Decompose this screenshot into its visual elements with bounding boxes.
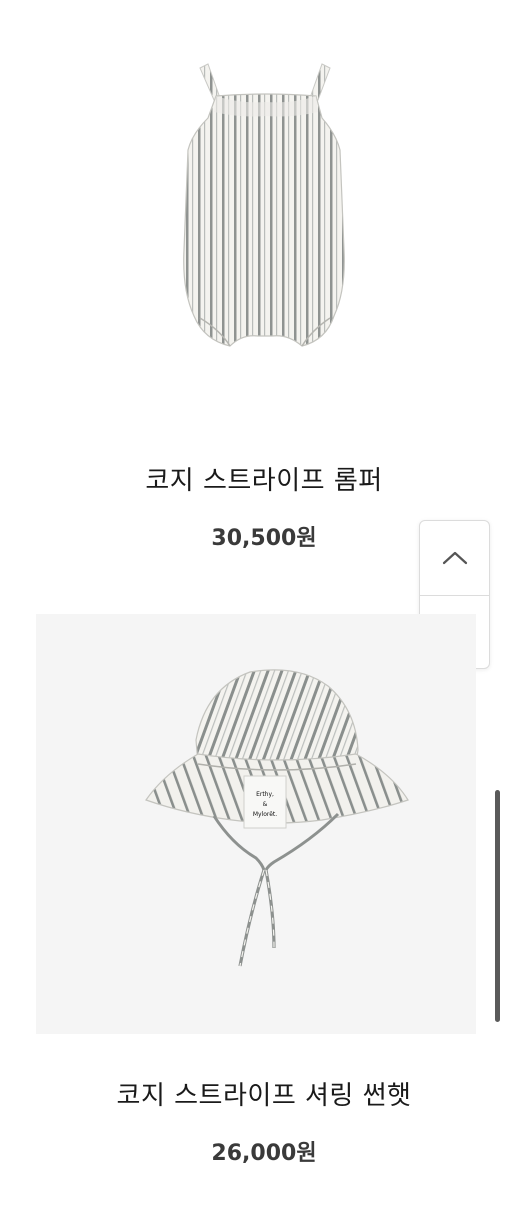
product-price: 26,000원 bbox=[211, 1141, 317, 1166]
product-image-romper[interactable] bbox=[40, 0, 468, 420]
chevron-up-icon bbox=[442, 551, 467, 565]
page-scrollbar[interactable] bbox=[495, 790, 500, 1022]
svg-text:Erthy,: Erthy, bbox=[256, 791, 274, 798]
product-name[interactable]: 코지 스트라이프 셔링 썬햇 bbox=[0, 1075, 508, 1112]
product-name[interactable]: 코지 스트라이프 롬퍼 bbox=[0, 460, 508, 497]
svg-text:Mylorêt.: Mylorêt. bbox=[253, 811, 277, 818]
striped-sunhat-image: Erthy, & Mylorêt. bbox=[145, 669, 409, 967]
product-image-sunhat[interactable]: Erthy, & Mylorêt. bbox=[36, 614, 476, 1034]
svg-text:&: & bbox=[263, 801, 268, 808]
scroll-to-top-button[interactable] bbox=[420, 521, 489, 595]
striped-romper-image bbox=[183, 63, 345, 347]
